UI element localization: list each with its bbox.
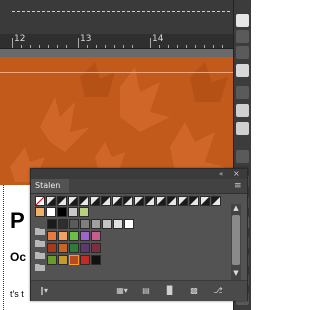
swatch-registration[interactable]: [167, 196, 177, 206]
folder-icon: [35, 256, 45, 271]
dashed-guide: [12, 11, 230, 12]
canvas-image[interactable]: [0, 57, 233, 185]
swatch[interactable]: [46, 207, 56, 217]
panel-title-bar[interactable]: « ×: [31, 169, 247, 179]
tool-layers-icon[interactable]: [236, 86, 249, 99]
swatch-gray[interactable]: [124, 219, 134, 229]
swatch-gray[interactable]: [69, 219, 79, 229]
library-icon[interactable]: ‖▾: [37, 287, 51, 295]
swatch[interactable]: [68, 207, 78, 217]
swatch-color[interactable]: [80, 231, 90, 241]
swatch-registration[interactable]: [200, 196, 210, 206]
tool-clone-icon[interactable]: [236, 30, 249, 43]
swatch-registration[interactable]: [79, 196, 89, 206]
leaf-pattern-image: [10, 62, 228, 182]
swatch-color[interactable]: [69, 255, 79, 265]
swatch-gray[interactable]: [102, 219, 112, 229]
swatches-panel: « × Stalen ≡ ▲ ▼ ‖▾ ▦▾ ▤ ▉ ▩ ⎇: [30, 168, 248, 301]
swatch-gray[interactable]: [113, 219, 123, 229]
swatch-registration[interactable]: [178, 196, 188, 206]
swatch[interactable]: [57, 207, 67, 217]
ruler-label-13: 13: [80, 34, 92, 44]
scroll-thumb[interactable]: [232, 215, 240, 265]
swatch-color[interactable]: [47, 255, 57, 265]
ruler-label-12: 12: [14, 34, 26, 44]
tool-hand-icon[interactable]: [236, 104, 249, 117]
swatch-color[interactable]: [91, 231, 101, 241]
swatch-color[interactable]: [58, 231, 68, 241]
tool-text-icon[interactable]: [236, 150, 249, 163]
swatch-registration[interactable]: [68, 196, 78, 206]
swatch-registration[interactable]: [57, 196, 67, 206]
document-text-3: t's t: [10, 289, 24, 299]
swatch-registration[interactable]: [211, 196, 221, 206]
horizontal-ruler[interactable]: 12 13 14: [0, 34, 233, 49]
panel-menu-icon[interactable]: ≡: [234, 180, 242, 192]
document-border: [3, 185, 4, 310]
swatch-registration[interactable]: [189, 196, 199, 206]
document-text-1: P: [10, 208, 25, 233]
close-icon[interactable]: ×: [233, 169, 240, 179]
ruler-label-14: 14: [152, 34, 164, 44]
swatch-color[interactable]: [58, 255, 68, 265]
swatch-gray[interactable]: [58, 219, 68, 229]
swatch[interactable]: [79, 207, 89, 217]
swatch-color[interactable]: [91, 255, 101, 265]
guide-line: [0, 72, 233, 73]
swatch-registration[interactable]: [112, 196, 122, 206]
tool-play-icon[interactable]: [236, 64, 249, 77]
swatch-options-icon[interactable]: ▤: [141, 287, 151, 295]
swatch-gray[interactable]: [80, 219, 90, 229]
swatch-color[interactable]: [47, 243, 57, 253]
swatch-color[interactable]: [47, 231, 57, 241]
folder-icon: [35, 220, 45, 235]
swatch-color[interactable]: [69, 243, 79, 253]
tool-gear-icon[interactable]: [236, 46, 249, 59]
scroll-down-icon[interactable]: ▼: [231, 269, 241, 278]
swatch-color[interactable]: [80, 255, 90, 265]
swatch-registration[interactable]: [90, 196, 100, 206]
swatch-registration[interactable]: [134, 196, 144, 206]
new-swatch-icon[interactable]: ▩: [189, 287, 199, 295]
tool-brush-icon[interactable]: [236, 14, 249, 27]
swatch-gray[interactable]: [47, 219, 57, 229]
swatch[interactable]: [35, 207, 45, 217]
panel-tab-bar: Stalen ≡: [31, 179, 247, 194]
top-bar: [0, 0, 233, 34]
folder-icon: [35, 232, 45, 247]
workspace-strip: [0, 49, 233, 57]
delete-icon[interactable]: ⎇: [213, 287, 223, 295]
swatch-color[interactable]: [69, 231, 79, 241]
new-group-icon[interactable]: ▉: [165, 287, 175, 295]
document-text-2: Oc: [10, 250, 27, 264]
panel-bottom-bar: ‖▾ ▦▾ ▤ ▉ ▩ ⎇: [31, 280, 247, 301]
scroll-up-icon[interactable]: ▲: [231, 204, 241, 213]
swatch-color[interactable]: [80, 243, 90, 253]
swatch-registration[interactable]: [156, 196, 166, 206]
swatch-registration[interactable]: [145, 196, 155, 206]
swatch-none[interactable]: [35, 196, 45, 206]
swatch-gray[interactable]: [91, 219, 101, 229]
swatch-registration[interactable]: [123, 196, 133, 206]
tab-swatches[interactable]: Stalen: [31, 179, 69, 193]
swatch-registration[interactable]: [46, 196, 56, 206]
swatch-color[interactable]: [91, 243, 101, 253]
swatch-color[interactable]: [58, 243, 68, 253]
tool-puzzle-icon[interactable]: [236, 122, 249, 135]
swatch-registration[interactable]: [101, 196, 111, 206]
double-chevron-icon[interactable]: «: [219, 169, 223, 179]
swatch-kind-icon[interactable]: ▦▾: [115, 287, 129, 295]
folder-icon: [35, 244, 45, 259]
